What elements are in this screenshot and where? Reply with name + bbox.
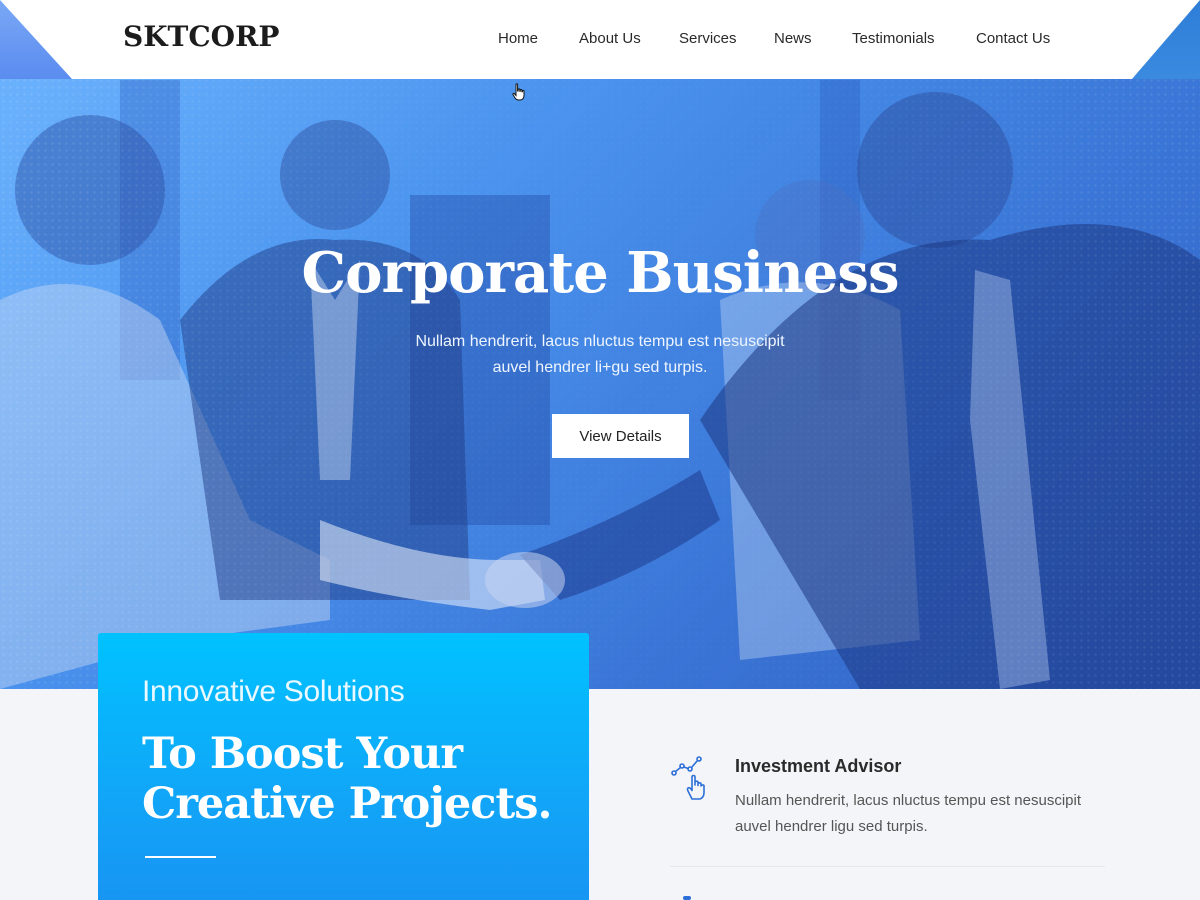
growth-chart-hand-icon — [671, 756, 705, 800]
promo-title: To Boost Your Creative Projects. — [142, 729, 589, 829]
menu-item-news[interactable]: News — [774, 30, 812, 47]
hand-cursor-icon — [512, 83, 525, 101]
innovative-solutions-box: Innovative Solutions To Boost Your Creat… — [98, 633, 589, 900]
site-logo[interactable]: SKTCORP — [123, 20, 279, 53]
top-navigation-bar: SKTCORP Home About Us Services News Test… — [0, 0, 1200, 79]
view-details-button[interactable]: View Details — [552, 414, 689, 458]
menu-item-testimonials[interactable]: Testimonials — [852, 30, 935, 47]
hero-content: Corporate Business Nullam hendrerit, lac… — [0, 240, 1200, 381]
promo-kicker: Innovative Solutions — [142, 675, 405, 708]
menu-item-home[interactable]: Home — [498, 30, 538, 47]
feature-description: Nullam hendrerit, lacus nluctus tempu es… — [735, 792, 1081, 835]
next-feature-icon — [683, 896, 691, 900]
promo-divider — [145, 856, 216, 858]
promo-title-line-2: Creative Projects. — [142, 779, 552, 829]
menu-item-services[interactable]: Services — [679, 30, 737, 47]
hero-section: Corporate Business Nullam hendrerit, lac… — [0, 0, 1200, 689]
hero-title: Corporate Business — [301, 240, 900, 306]
promo-title-line-1: To Boost Your — [142, 729, 463, 779]
feature-title: Investment Advisor — [735, 756, 902, 776]
hero-subtitle: Nullam hendrerit, lacus nluctus tempu es… — [0, 329, 1200, 381]
hero-subtitle-line-2: auvel hendrer li+gu sed turpis. — [492, 359, 708, 377]
menu-item-contact-us[interactable]: Contact Us — [976, 30, 1050, 47]
feature-divider — [670, 866, 1105, 867]
menu-item-about-us[interactable]: About Us — [579, 30, 641, 47]
hero-subtitle-line-1: Nullam hendrerit, lacus nluctus tempu es… — [415, 333, 785, 351]
